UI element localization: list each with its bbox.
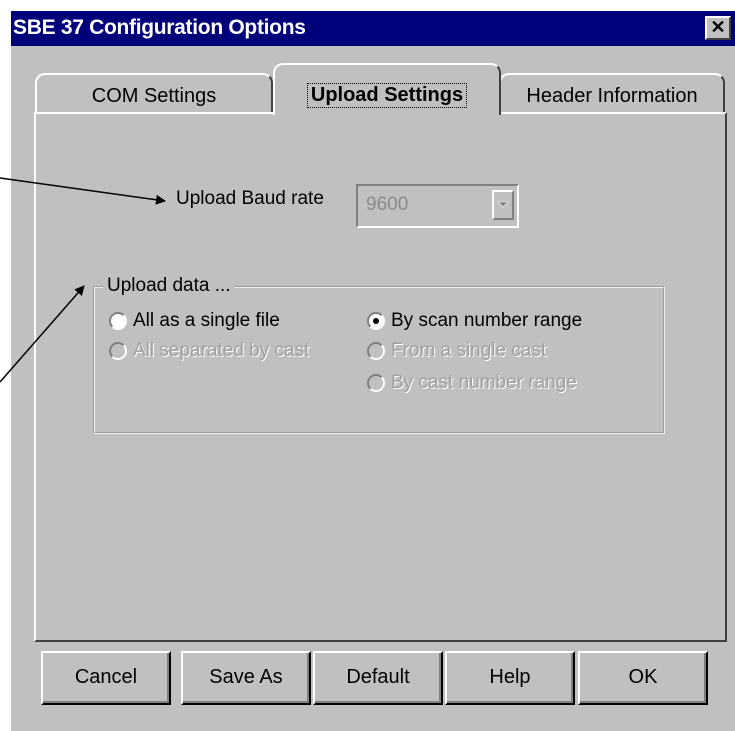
radio-circle-icon	[109, 342, 127, 360]
radio-circle-icon	[109, 312, 127, 330]
close-button[interactable]: ✕	[705, 16, 731, 40]
upload-data-group-title: Upload data ...	[103, 275, 235, 297]
help-button[interactable]: Help	[445, 651, 575, 705]
radio-circle-icon	[367, 342, 385, 360]
ok-button[interactable]: OK	[578, 651, 708, 705]
configuration-dialog: SBE 37 Configuration Options ✕ COM Setti…	[9, 9, 735, 731]
tab-com-settings-label: COM Settings	[91, 85, 217, 107]
tab-header-information-label: Header Information	[526, 85, 698, 107]
radio-label: From a single cast	[391, 340, 547, 361]
radio-label: By cast number range	[391, 372, 577, 393]
upload-settings-panel: Upload Baud rate 9600 Upload data ... Al…	[34, 112, 727, 642]
radio-circle-icon	[367, 374, 385, 392]
tab-header-information[interactable]: Header Information	[499, 73, 725, 113]
tab-com-settings[interactable]: COM Settings	[35, 73, 273, 113]
radio-label: All as a single file	[133, 310, 280, 331]
dropdown-button	[492, 190, 514, 220]
save-as-button[interactable]: Save As	[181, 651, 311, 705]
chevron-down-icon	[497, 201, 509, 208]
upload-baud-rate-label: Upload Baud rate	[176, 188, 324, 209]
radio-selected-icon	[367, 312, 385, 330]
upload-baud-rate-value: 9600	[366, 194, 409, 215]
radio-label: By scan number range	[391, 310, 583, 331]
radio-label: All separated by cast	[133, 340, 310, 361]
upload-baud-rate-select: 9600	[356, 184, 519, 228]
cancel-button[interactable]: Cancel	[41, 651, 171, 705]
window-title: SBE 37 Configuration Options	[13, 16, 306, 39]
title-bar[interactable]: SBE 37 Configuration Options ✕	[11, 11, 735, 46]
default-button[interactable]: Default	[313, 651, 443, 705]
tab-upload-settings-label: Upload Settings	[306, 83, 468, 108]
close-icon: ✕	[710, 17, 726, 37]
upload-data-group: Upload data ... All as a single file All…	[93, 275, 665, 434]
tab-upload-settings[interactable]: Upload Settings	[273, 63, 501, 115]
